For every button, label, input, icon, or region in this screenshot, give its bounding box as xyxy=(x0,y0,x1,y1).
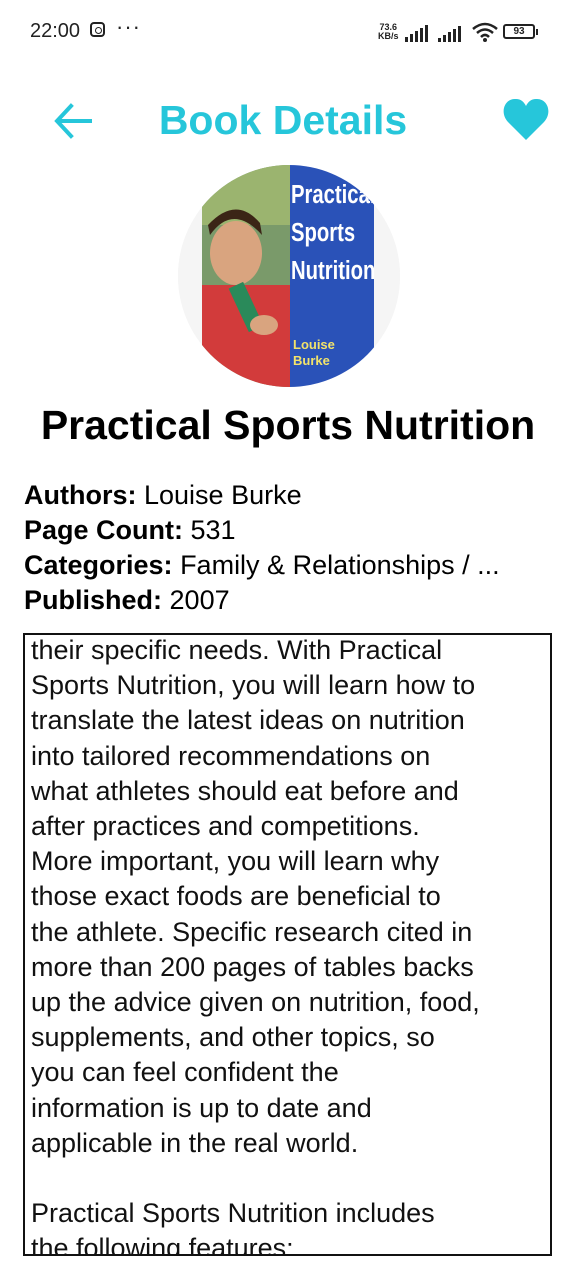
more-notifications-icon: ··· xyxy=(116,14,141,39)
categories-row: Categories: Family & Relationships / ... xyxy=(24,548,564,583)
battery-icon: 93 xyxy=(503,24,538,39)
categories-value: Family & Relationships / ... xyxy=(180,550,500,580)
authors-value: Louise Burke xyxy=(144,480,302,510)
authors-row: Authors: Louise Burke xyxy=(24,478,564,513)
app-bar: Book Details xyxy=(0,88,576,154)
instagram-icon xyxy=(90,22,105,37)
status-time: 22:00 xyxy=(30,20,81,42)
cover-title-line2: Sports xyxy=(291,218,355,247)
published-row: Published: 2007 xyxy=(24,583,564,618)
book-info: Authors: Louise Burke Page Count: 531 Ca… xyxy=(24,478,564,618)
cover-author-line1: Louise xyxy=(293,337,335,352)
heart-icon xyxy=(503,98,549,140)
status-bar: 22:00 ··· 73.6 KB/s 93 xyxy=(0,0,576,64)
authors-label: Authors: xyxy=(24,480,137,510)
description-scroll-box[interactable]: their specific needs. With Practical Spo… xyxy=(23,633,552,1256)
cover-author-line2: Burke xyxy=(293,353,330,368)
cover-title-line3: Nutrition xyxy=(291,256,375,285)
signal-icon xyxy=(405,24,431,42)
published-value: 2007 xyxy=(169,585,230,615)
book-cover-image: Practical Sports Nutrition Louise Burke xyxy=(178,165,400,387)
page-title: Book Details xyxy=(158,97,408,143)
favorite-button[interactable] xyxy=(502,98,550,142)
page-count-value: 531 xyxy=(190,515,236,545)
page-count-row: Page Count: 531 xyxy=(24,513,564,548)
network-speed: 73.6 KB/s xyxy=(378,23,399,41)
book-title: Practical Sports Nutrition xyxy=(40,402,536,448)
network-speed-unit: KB/s xyxy=(378,31,399,41)
published-label: Published: xyxy=(24,585,163,615)
wifi-icon xyxy=(472,22,498,42)
page-count-label: Page Count: xyxy=(24,515,183,545)
signal-icon xyxy=(438,24,464,42)
categories-label: Categories: xyxy=(24,550,173,580)
book-description: their specific needs. With Practical Spo… xyxy=(31,635,480,1256)
cover-title-line1: Practical xyxy=(291,180,375,209)
